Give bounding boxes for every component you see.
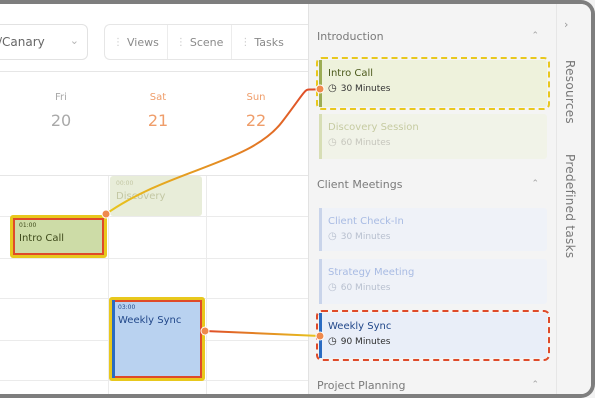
- task-duration-text: 60 Minutes: [340, 282, 391, 293]
- views-button[interactable]: ⋮ Views: [105, 25, 168, 59]
- day-name: Sat: [149, 92, 167, 103]
- views-button-label: Views: [127, 35, 159, 49]
- task-discovery-session[interactable]: Discovery Session ◷ 60 Minutes: [319, 114, 547, 159]
- task-title: Weekly Sync: [328, 321, 392, 332]
- task-color-bar: [319, 259, 322, 304]
- event-discovery[interactable]: 00:00 Discovery: [110, 176, 202, 216]
- chevron-right-icon[interactable]: ›: [564, 18, 568, 31]
- day-number: 22: [245, 111, 267, 130]
- clock-icon: ◷: [328, 137, 337, 148]
- section-header-client-meetings[interactable]: Client Meetings ⌃: [309, 169, 557, 199]
- clock-icon: ◷: [328, 282, 337, 293]
- day-header: Fri 20 Sat 21 Sun 22: [0, 72, 308, 176]
- section-title: Project Planning: [317, 378, 406, 392]
- task-intro-call[interactable]: Intro Call ◷ 30 Minutes: [316, 57, 550, 110]
- event-time: 01:00: [19, 222, 37, 229]
- scheduler-window: /Canary ⌄ ⋮ Views ⋮ Scene ⋮ Tasks Fri 20…: [0, 0, 595, 398]
- drag-handle-icon: ⋮: [113, 36, 123, 48]
- tab-predefined-tasks[interactable]: Predefined tasks: [563, 154, 577, 258]
- task-duration: ◷ 60 Minutes: [328, 137, 547, 148]
- vertical-tab-strip: › Resources Predefined tasks: [556, 4, 591, 394]
- clock-icon: ◷: [328, 83, 337, 94]
- section-title: Client Meetings: [317, 177, 403, 191]
- grid-line: [0, 258, 308, 259]
- task-title: Strategy Meeting: [328, 267, 415, 278]
- chevron-up-icon[interactable]: ⌃: [531, 31, 539, 41]
- drag-handle-icon: ⋮: [240, 36, 250, 48]
- day-column-header-sun[interactable]: Sun 22: [207, 72, 305, 176]
- clock-icon: ◷: [328, 231, 337, 242]
- grid-line: [206, 176, 207, 394]
- section-header-project-planning[interactable]: Project Planning ⌃: [309, 370, 557, 394]
- task-title: Discovery Session: [328, 122, 419, 133]
- task-weekly-sync[interactable]: Weekly Sync ◷ 90 Minutes: [316, 310, 550, 361]
- event-weekly-sync[interactable]: 03:00 Weekly Sync: [109, 297, 205, 381]
- timezone-select[interactable]: /Canary ⌄: [0, 24, 88, 60]
- task-color-bar: [319, 313, 322, 358]
- day-column-header-sat[interactable]: Sat 21: [109, 72, 207, 176]
- drag-handle-icon: ⋮: [175, 36, 186, 48]
- tasks-button-label: Tasks: [254, 35, 284, 49]
- task-duration-text: 60 Minutes: [340, 137, 391, 148]
- task-duration-text: 90 Minutes: [340, 336, 391, 347]
- event-intro-call[interactable]: 01:00 Intro Call: [10, 215, 107, 258]
- task-strategy-meeting[interactable]: Strategy Meeting ◷ 60 Minutes: [319, 259, 547, 304]
- task-sidebar: Introduction ⌃ Intro Call ◷ 30 Minutes D…: [308, 4, 557, 394]
- tab-resources[interactable]: Resources: [563, 60, 577, 124]
- task-color-bar: [319, 114, 322, 159]
- task-duration-text: 30 Minutes: [340, 83, 391, 94]
- chevron-up-icon[interactable]: ⌃: [531, 380, 539, 390]
- chevron-down-icon: ⌄: [69, 34, 79, 47]
- task-duration: ◷ 30 Minutes: [328, 231, 547, 242]
- clock-icon: ◷: [328, 336, 337, 347]
- event-title: Weekly Sync: [118, 315, 182, 326]
- day-column-header-fri[interactable]: Fri 20: [12, 72, 110, 176]
- event-title: Intro Call: [19, 233, 65, 244]
- section-title: Introduction: [317, 29, 384, 43]
- task-duration-text: 30 Minutes: [340, 231, 391, 242]
- scene-button-label: Scene: [189, 35, 224, 49]
- section-header-introduction[interactable]: Introduction ⌃: [309, 21, 557, 51]
- timezone-value: /Canary: [0, 35, 45, 49]
- event-time: 00:00: [116, 180, 134, 187]
- day-number: 20: [50, 111, 72, 130]
- task-color-bar: [319, 208, 322, 251]
- task-duration: ◷ 90 Minutes: [328, 336, 547, 347]
- day-number: 21: [147, 111, 169, 130]
- event-color-stripe: [112, 300, 115, 378]
- day-name: Fri: [55, 92, 67, 103]
- toolbar-button-group: ⋮ Views ⋮ Scene ⋮ Tasks: [104, 24, 308, 60]
- day-name: Sun: [246, 92, 266, 103]
- event-time: 03:00: [118, 304, 136, 311]
- tasks-button[interactable]: ⋮ Tasks: [232, 25, 291, 59]
- task-color-bar: [319, 60, 322, 107]
- task-duration: ◷ 60 Minutes: [328, 282, 547, 293]
- task-title: Client Check-In: [328, 216, 404, 227]
- task-title: Intro Call: [328, 68, 374, 79]
- event-title: Discovery: [116, 191, 166, 202]
- scene-button[interactable]: ⋮ Scene: [168, 25, 233, 59]
- task-client-check-in[interactable]: Client Check-In ◷ 30 Minutes: [319, 208, 547, 251]
- toolbar: /Canary ⌄ ⋮ Views ⋮ Scene ⋮ Tasks: [0, 4, 308, 72]
- task-duration: ◷ 30 Minutes: [328, 83, 547, 94]
- chevron-up-icon[interactable]: ⌃: [531, 179, 539, 189]
